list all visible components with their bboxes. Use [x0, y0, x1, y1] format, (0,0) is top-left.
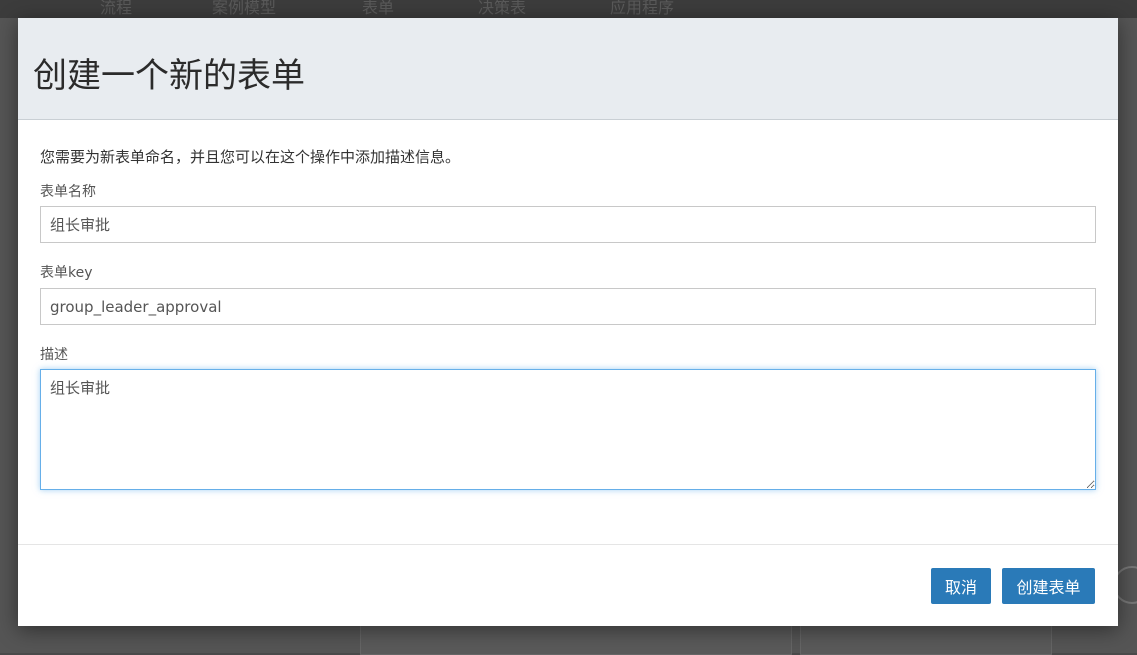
- background-nav-item: 案例模型: [212, 0, 277, 17]
- create-form-dialog: 创建一个新的表单 您需要为新表单命名，并且您可以在这个操作中添加描述信息。 表单…: [18, 18, 1118, 626]
- create-form-button[interactable]: 创建表单: [1002, 568, 1095, 604]
- background-nav-item: 流程: [100, 0, 133, 17]
- dialog-title: 创建一个新的表单: [33, 56, 305, 96]
- dialog-intro-text: 您需要为新表单命名，并且您可以在这个操作中添加描述信息。: [40, 148, 461, 166]
- background-nav-item: 表单: [362, 0, 395, 17]
- dialog-header: 创建一个新的表单: [18, 18, 1118, 120]
- dialog-footer: 取消 创建表单: [18, 544, 1118, 626]
- cancel-button[interactable]: 取消: [931, 568, 991, 604]
- form-name-label: 表单名称: [40, 184, 96, 200]
- description-textarea[interactable]: 组长审批: [40, 369, 1096, 490]
- background-nav: 流程 案例模型 表单 决策表 应用程序: [0, 0, 1137, 18]
- background-nav-item: 应用程序: [610, 0, 675, 17]
- form-key-input[interactable]: [40, 288, 1096, 325]
- description-label: 描述: [40, 347, 68, 363]
- form-name-input[interactable]: [40, 206, 1096, 243]
- form-key-label: 表单key: [40, 265, 93, 281]
- background-nav-item: 决策表: [478, 0, 527, 17]
